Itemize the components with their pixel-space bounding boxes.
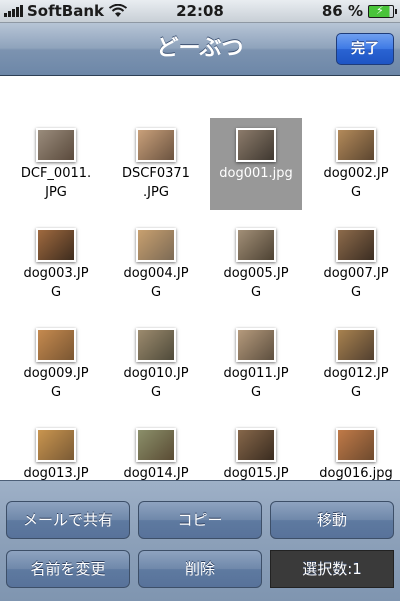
file-thumbnail <box>36 328 76 362</box>
file-name: dog013.JP <box>23 466 89 480</box>
file-thumbnail <box>36 428 76 462</box>
file-thumbnail <box>36 128 76 162</box>
file-thumbnail <box>136 228 176 262</box>
file-thumbnail <box>36 228 76 262</box>
file-thumbnail <box>136 428 176 462</box>
battery-percent: 86 % <box>321 2 363 20</box>
file-grid[interactable]: .DS_Store2433.3G20000….jpg0000….jpgDCF_0… <box>0 76 400 480</box>
navigation-bar: どーぶつ 完了 <box>0 23 400 76</box>
file-thumbnail <box>336 228 376 262</box>
delete-button[interactable]: 削除 <box>138 550 262 588</box>
file-name: DSCF0371 .JPG <box>122 166 190 200</box>
file-name: dog005.JP G <box>223 266 289 300</box>
file-thumbnail <box>136 128 176 162</box>
file-name: dog004.JP G <box>123 266 189 300</box>
share-by-mail-button[interactable]: メールで共有 <box>6 501 130 539</box>
selection-count: 選択数:1 <box>270 550 394 588</box>
file-thumbnail <box>336 328 376 362</box>
file-thumbnail <box>336 428 376 462</box>
action-toolbar: メールで共有 コピー 移動 名前を変更 削除 選択数:1 <box>0 480 400 601</box>
file-name: dog015.JP <box>223 466 289 480</box>
file-name: DCF_0011. JPG <box>20 166 92 200</box>
status-bar: SoftBank 22:08 86 % ⚡ <box>0 0 400 23</box>
file-name: dog002.JP G <box>323 166 389 200</box>
file-thumbnail <box>136 328 176 362</box>
move-button[interactable]: 移動 <box>270 501 394 539</box>
file-name: dog007.JP G <box>323 266 389 300</box>
file-thumbnail <box>236 328 276 362</box>
file-thumbnail <box>336 128 376 162</box>
file-name: dog009.JP G <box>23 366 89 400</box>
file-name: dog016.jpg <box>319 466 393 480</box>
file-name: dog011.JP G <box>223 366 289 400</box>
file-name: dog012.JP G <box>323 366 389 400</box>
file-name: dog010.JP G <box>123 366 189 400</box>
status-right: 86 % ⚡ <box>321 1 397 21</box>
battery-icon: ⚡ <box>368 4 397 18</box>
done-button[interactable]: 完了 <box>336 33 394 65</box>
file-name: dog003.JP G <box>23 266 89 300</box>
file-thumbnail <box>236 428 276 462</box>
file-name: dog001.jpg <box>219 166 293 181</box>
rename-button[interactable]: 名前を変更 <box>6 550 130 588</box>
file-thumbnail <box>236 228 276 262</box>
copy-button[interactable]: コピー <box>138 501 262 539</box>
file-name: dog014.JP <box>123 466 189 480</box>
file-thumbnail <box>236 128 276 162</box>
